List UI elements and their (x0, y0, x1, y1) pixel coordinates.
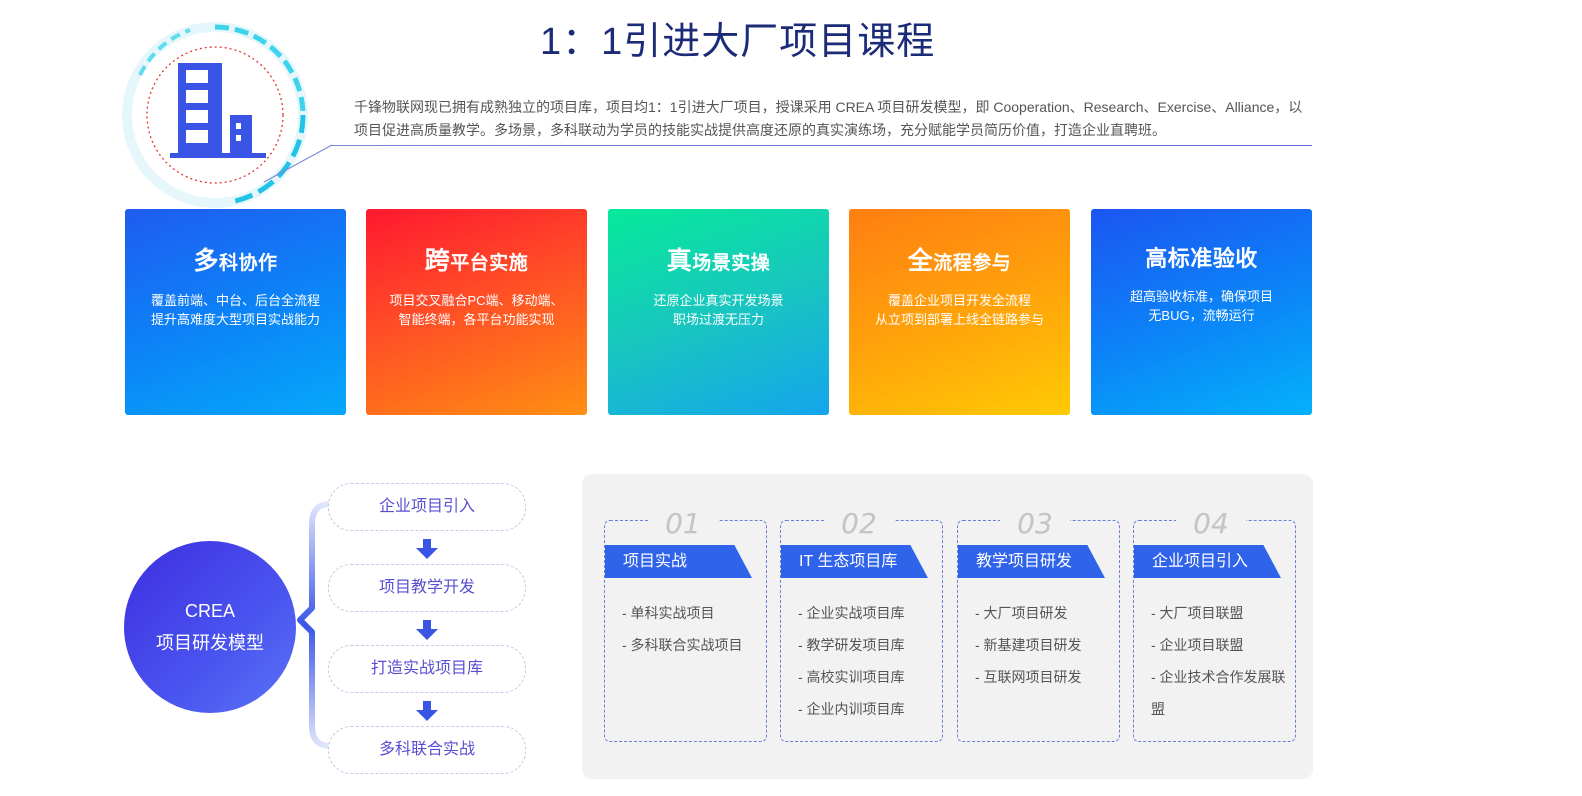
feature-card-high-standard: 高标准验收 超高验收标准，确保项目 无BUG，流畅运行 (1091, 209, 1312, 415)
crea-sublabel: 项目研发模型 (156, 633, 264, 653)
list-item: - 大厂项目联盟 (1151, 605, 1244, 621)
column-number: 04 (1176, 506, 1246, 542)
list-item: - 企业项目联盟 (1151, 637, 1244, 653)
flow-step-2: 项目教学开发 (328, 564, 526, 612)
list-item: - 多科联合实战项目 (622, 637, 743, 653)
card-title-lead: 全 (907, 247, 934, 275)
column-number: 03 (1000, 506, 1070, 542)
feature-card-real-scene: 真场景实操 还原企业真实开发场景 职场过渡无压力 (608, 209, 829, 415)
list-item: - 教学研发项目库 (798, 637, 905, 653)
column-tag: 企业项目引入 (1134, 545, 1281, 578)
list-item: - 互联网项目研发 (975, 669, 1082, 685)
card-desc-line: 覆盖前端、中台、后台全流程 (150, 293, 320, 308)
column-tag: 项目实战 (605, 545, 752, 578)
arrow-down-icon (416, 620, 438, 640)
list-item: - 高校实训项目库 (798, 669, 905, 685)
card-title-rest: 科协作 (219, 253, 278, 274)
card-title-rest: 场景实操 (692, 253, 771, 274)
intro-divider (330, 145, 1312, 146)
card-desc-line: 超高验收标准，确保项目 (1129, 289, 1273, 304)
intro-text: 千锋物联网现已拥有成熟独立的项目库，项目均1：1引进大厂项目，授课采用 CREA… (354, 99, 1303, 138)
card-desc-line: 提升高难度大型项目实战能力 (150, 312, 320, 327)
page-title: 1：1引进大厂项目课程 (540, 21, 936, 63)
list-item: - 大厂项目研发 (975, 605, 1068, 621)
feature-card-collab: 多科协作 覆盖前端、中台、后台全流程 提升高难度大型项目实战能力 (125, 209, 346, 415)
feature-card-full-process: 全流程参与 覆盖企业项目开发全流程 从立项到部署上线全链路参与 (849, 209, 1070, 415)
column-tag: 教学项目研发 (958, 545, 1105, 578)
card-title-lead: 高 (1145, 246, 1168, 271)
connector-line (263, 144, 333, 183)
card-title-lead: 多 (193, 247, 219, 275)
crea-model-circle: CREA 项目研发模型 (124, 541, 296, 713)
card-desc-line: 无BUG，流畅运行 (1148, 308, 1255, 323)
card-title-lead: 真 (666, 247, 693, 275)
card-desc-line: 从立项到部署上线全链路参与 (874, 312, 1044, 327)
list-item: - 单科实战项目 (622, 605, 715, 621)
column-list: - 大厂项目研发 - 新基建项目研发 - 互联网项目研发 (975, 597, 1113, 693)
arrow-down-icon (416, 701, 438, 721)
column-number: 01 (648, 506, 718, 542)
flow-step-4: 多科联合实战 (328, 726, 526, 774)
card-desc-line: 智能终端，各平台功能实现 (398, 312, 555, 327)
card-title-rest: 平台实施 (450, 253, 529, 274)
feature-card-cross-platform: 跨平台实施 项目交叉融合PC端、移动端、 智能终端，各平台功能实现 (366, 209, 587, 415)
card-desc-line: 覆盖企业项目开发全流程 (887, 293, 1031, 308)
list-item: - 企业技术合作发展联盟 (1151, 669, 1286, 717)
column-list: - 单科实战项目 - 多科联合实战项目 (622, 597, 760, 661)
card-desc-line: 还原企业真实开发场景 (653, 293, 784, 308)
column-tag: IT 生态项目库 (781, 545, 928, 578)
crea-label: CREA (184, 601, 235, 621)
list-item: - 新基建项目研发 (975, 637, 1082, 653)
flow-step-3: 打造实战项目库 (328, 645, 526, 693)
column-list: - 企业实战项目库 - 教学研发项目库 - 高校实训项目库 - 企业内训项目库 (798, 597, 936, 725)
flow-step-1: 企业项目引入 (328, 483, 526, 531)
arrow-down-icon (416, 539, 438, 559)
card-title-rest: 标准验收 (1167, 246, 1258, 271)
card-desc-line: 项目交叉融合PC端、移动端、 (389, 293, 564, 308)
column-list: - 大厂项目联盟 - 企业项目联盟 - 企业技术合作发展联盟 (1151, 597, 1291, 725)
card-title-lead: 跨 (424, 247, 451, 275)
flow-bracket (297, 501, 331, 749)
card-title-rest: 流程参与 (933, 253, 1012, 274)
list-item: - 企业内训项目库 (798, 701, 905, 717)
card-desc-line: 职场过渡无压力 (672, 312, 764, 327)
list-item: - 企业实战项目库 (798, 605, 905, 621)
column-number: 02 (824, 506, 894, 542)
